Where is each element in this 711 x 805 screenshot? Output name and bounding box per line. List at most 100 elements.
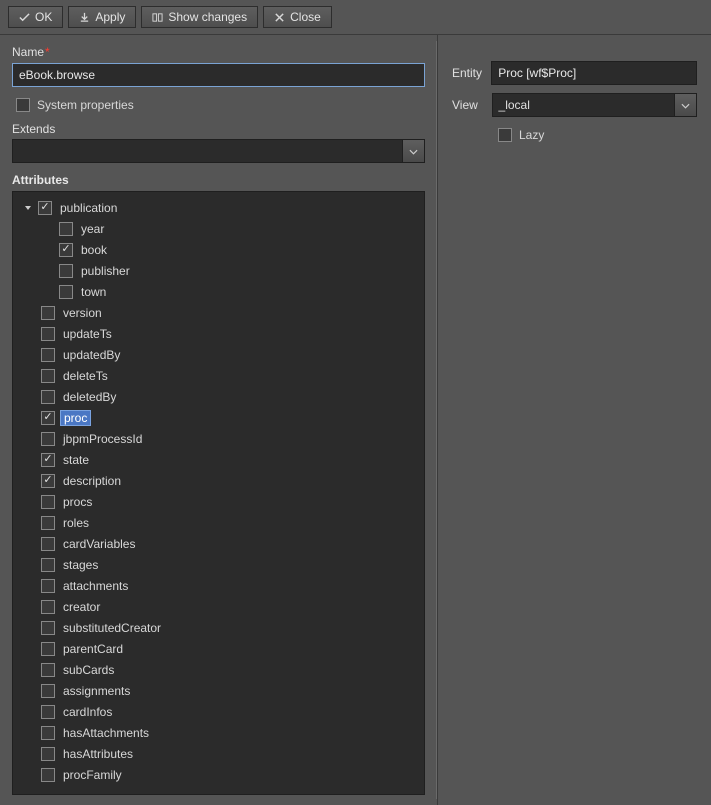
- tree-row[interactable]: updateTs: [19, 323, 418, 344]
- tree-row[interactable]: cardInfos: [19, 701, 418, 722]
- tree-label[interactable]: publisher: [78, 263, 133, 279]
- tree-checkbox[interactable]: [41, 726, 55, 740]
- tree-row[interactable]: deleteTs: [19, 365, 418, 386]
- tree-label[interactable]: creator: [60, 599, 103, 615]
- extends-dropdown-button[interactable]: [403, 139, 425, 163]
- tree-label[interactable]: state: [60, 452, 92, 468]
- name-input[interactable]: [12, 63, 425, 87]
- tree-checkbox[interactable]: [41, 432, 55, 446]
- tree-label[interactable]: deletedBy: [60, 389, 119, 405]
- tree-row[interactable]: deletedBy: [19, 386, 418, 407]
- attributes-tree[interactable]: publication year book publisher town version u…: [12, 191, 425, 795]
- tree-row[interactable]: hasAttachments: [19, 722, 418, 743]
- tree-label[interactable]: version: [60, 305, 105, 321]
- tree-checkbox[interactable]: [41, 495, 55, 509]
- tree-label[interactable]: attachments: [60, 578, 131, 594]
- tree-row[interactable]: updatedBy: [19, 344, 418, 365]
- tree-label[interactable]: parentCard: [60, 641, 126, 657]
- view-select[interactable]: _local: [492, 93, 697, 117]
- tree-row[interactable]: state: [19, 449, 418, 470]
- tree-label[interactable]: subCards: [60, 662, 117, 678]
- tree-label[interactable]: procs: [60, 494, 95, 510]
- tree-checkbox[interactable]: [41, 579, 55, 593]
- tree-row[interactable]: description: [19, 470, 418, 491]
- tree-checkbox[interactable]: [59, 285, 73, 299]
- tree-row[interactable]: publication: [19, 197, 418, 218]
- tree-checkbox[interactable]: [41, 474, 55, 488]
- tree-checkbox[interactable]: [41, 306, 55, 320]
- tree-checkbox[interactable]: [41, 705, 55, 719]
- tree-row[interactable]: stages: [19, 554, 418, 575]
- tree-label[interactable]: cardVariables: [60, 536, 138, 552]
- tree-row[interactable]: substitutedCreator: [19, 617, 418, 638]
- collapse-icon[interactable]: [23, 203, 33, 213]
- tree-checkbox[interactable]: [41, 453, 55, 467]
- tree-checkbox[interactable]: [41, 747, 55, 761]
- tree-checkbox[interactable]: [59, 243, 73, 257]
- tree-checkbox[interactable]: [38, 201, 52, 215]
- tree-label[interactable]: assignments: [60, 683, 133, 699]
- tree-checkbox[interactable]: [41, 558, 55, 572]
- tree-row[interactable]: attachments: [19, 575, 418, 596]
- chevron-down-icon: [681, 98, 690, 112]
- tree-row[interactable]: cardVariables: [19, 533, 418, 554]
- tree-row[interactable]: publisher: [19, 260, 418, 281]
- tree-label[interactable]: jbpmProcessId: [60, 431, 145, 447]
- tree-checkbox[interactable]: [41, 684, 55, 698]
- tree-checkbox[interactable]: [41, 537, 55, 551]
- tree-checkbox[interactable]: [41, 369, 55, 383]
- tree-label[interactable]: cardInfos: [60, 704, 115, 720]
- tree-checkbox[interactable]: [41, 642, 55, 656]
- tree-checkbox[interactable]: [59, 264, 73, 278]
- view-dropdown-button[interactable]: [675, 93, 697, 117]
- tree-row[interactable]: book: [19, 239, 418, 260]
- tree-checkbox[interactable]: [41, 621, 55, 635]
- tree-checkbox[interactable]: [41, 348, 55, 362]
- show-changes-button[interactable]: Show changes: [141, 6, 258, 28]
- tree-label[interactable]: publication: [57, 200, 120, 216]
- tree-row[interactable]: roles: [19, 512, 418, 533]
- tree-row[interactable]: procFamily: [19, 764, 418, 785]
- tree-label[interactable]: town: [78, 284, 109, 300]
- tree-label[interactable]: year: [78, 221, 107, 237]
- tree-label[interactable]: updatedBy: [60, 347, 123, 363]
- entity-input[interactable]: [491, 61, 697, 85]
- tree-label[interactable]: deleteTs: [60, 368, 111, 384]
- tree-checkbox[interactable]: [41, 327, 55, 341]
- tree-row[interactable]: procs: [19, 491, 418, 512]
- tree-row[interactable]: year: [19, 218, 418, 239]
- tree-label[interactable]: proc: [60, 410, 91, 426]
- tree-checkbox[interactable]: [41, 768, 55, 782]
- tree-checkbox[interactable]: [41, 411, 55, 425]
- tree-label[interactable]: stages: [60, 557, 101, 573]
- ok-button[interactable]: OK: [8, 6, 63, 28]
- tree-row[interactable]: creator: [19, 596, 418, 617]
- tree-label[interactable]: hasAttributes: [60, 746, 136, 762]
- tree-label[interactable]: hasAttachments: [60, 725, 152, 741]
- tree-checkbox[interactable]: [41, 663, 55, 677]
- tree-checkbox[interactable]: [41, 390, 55, 404]
- chevron-down-icon: [409, 144, 418, 158]
- tree-row[interactable]: subCards: [19, 659, 418, 680]
- extends-select[interactable]: [12, 139, 425, 163]
- tree-label[interactable]: roles: [60, 515, 92, 531]
- tree-row[interactable]: town: [19, 281, 418, 302]
- tree-row[interactable]: version: [19, 302, 418, 323]
- tree-label[interactable]: description: [60, 473, 124, 489]
- tree-checkbox[interactable]: [41, 600, 55, 614]
- system-properties-checkbox[interactable]: System properties: [16, 98, 134, 112]
- close-button[interactable]: Close: [263, 6, 332, 28]
- lazy-checkbox[interactable]: Lazy: [498, 128, 544, 142]
- tree-row[interactable]: hasAttributes: [19, 743, 418, 764]
- tree-label[interactable]: procFamily: [60, 767, 125, 783]
- tree-row[interactable]: assignments: [19, 680, 418, 701]
- tree-checkbox[interactable]: [59, 222, 73, 236]
- tree-checkbox[interactable]: [41, 516, 55, 530]
- tree-row[interactable]: parentCard: [19, 638, 418, 659]
- tree-row[interactable]: jbpmProcessId: [19, 428, 418, 449]
- tree-row[interactable]: proc: [19, 407, 418, 428]
- apply-button[interactable]: Apply: [68, 6, 136, 28]
- tree-label[interactable]: book: [78, 242, 110, 258]
- tree-label[interactable]: substitutedCreator: [60, 620, 164, 636]
- tree-label[interactable]: updateTs: [60, 326, 115, 342]
